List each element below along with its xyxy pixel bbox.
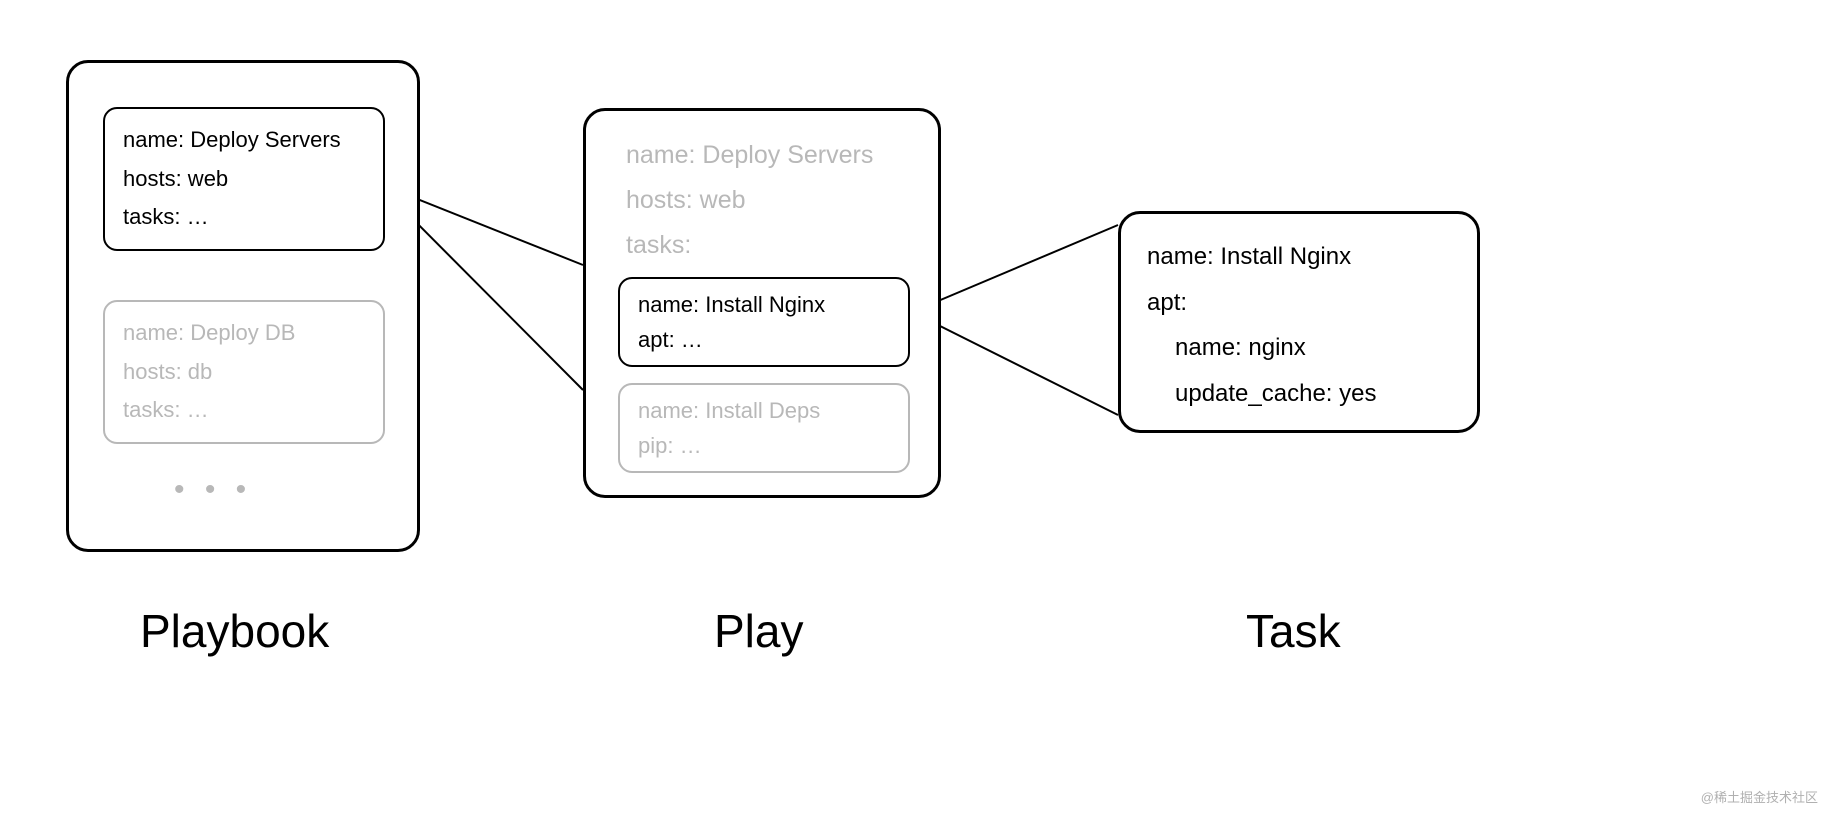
playbook-ellipsis: • • • xyxy=(174,473,252,507)
play-header-hosts: hosts: web xyxy=(626,178,873,223)
play-header-tasks: tasks: xyxy=(626,223,873,268)
watermark: @稀土掘金技术社区 xyxy=(1701,787,1818,806)
task-param1: name: nginx xyxy=(1147,325,1451,371)
task-container: name: Install Nginx apt: name: nginx upd… xyxy=(1118,211,1480,433)
task-label: Task xyxy=(1246,604,1341,658)
task-module: apt: xyxy=(1147,280,1451,326)
play1-name: name: Deploy Servers xyxy=(123,121,365,160)
play2-hosts: hosts: db xyxy=(123,353,365,392)
play-header-name: name: Deploy Servers xyxy=(626,133,873,178)
task-name: name: Install Nginx xyxy=(1147,234,1451,280)
task1-module: apt: … xyxy=(638,322,890,357)
play-label: Play xyxy=(714,604,803,658)
play2-name: name: Deploy DB xyxy=(123,314,365,353)
play2-tasks: tasks: … xyxy=(123,391,365,430)
playbook-label: Playbook xyxy=(140,604,329,658)
task-card-2: name: Install Deps pip: … xyxy=(618,383,910,473)
task-param2: update_cache: yes xyxy=(1147,371,1451,417)
task2-module: pip: … xyxy=(638,428,890,463)
play-container: name: Deploy Servers hosts: web tasks: n… xyxy=(583,108,941,498)
play-card-1: name: Deploy Servers hosts: web tasks: … xyxy=(103,107,385,251)
play1-tasks: tasks: … xyxy=(123,198,365,237)
task1-name: name: Install Nginx xyxy=(638,287,890,322)
play-header: name: Deploy Servers hosts: web tasks: xyxy=(626,133,873,268)
task2-name: name: Install Deps xyxy=(638,393,890,428)
play-card-2: name: Deploy DB hosts: db tasks: … xyxy=(103,300,385,444)
playbook-container: name: Deploy Servers hosts: web tasks: …… xyxy=(66,60,420,552)
task-card-1: name: Install Nginx apt: … xyxy=(618,277,910,367)
play1-hosts: hosts: web xyxy=(123,160,365,199)
